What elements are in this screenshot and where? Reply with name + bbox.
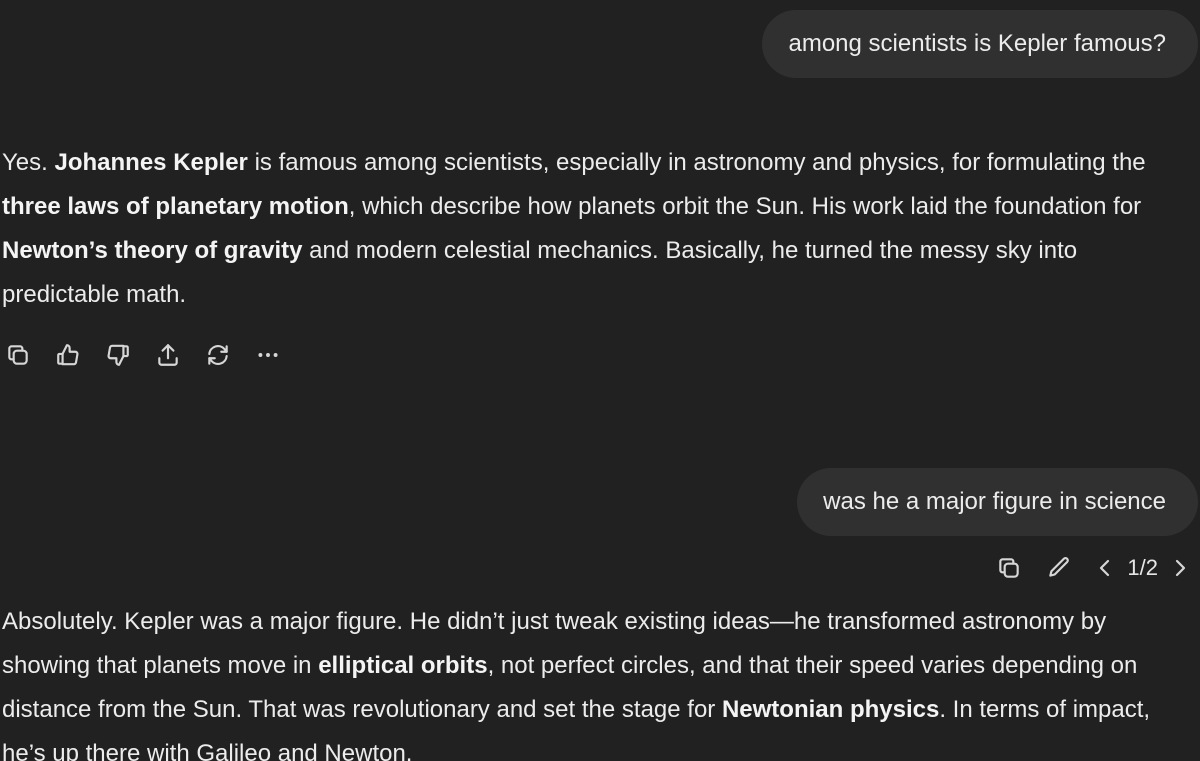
edit-icon[interactable]	[1043, 552, 1075, 584]
assistant-action-bar	[2, 339, 302, 371]
assistant-message: Absolutely. Kepler was a major figure. H…	[2, 600, 1198, 761]
thumbs-up-icon[interactable]	[52, 339, 84, 371]
text-run: is famous among scientists, especially i…	[247, 149, 1146, 176]
copy-icon[interactable]	[993, 552, 1025, 584]
bold-text: Johannes Kepler	[54, 149, 248, 176]
user-message-action-bar: 1/2	[993, 552, 1192, 584]
bold-text: Newton’s theory of gravity	[2, 237, 303, 264]
regenerate-icon[interactable]	[202, 339, 234, 371]
user-message-bubble: was he a major figure in science	[797, 468, 1198, 536]
more-icon[interactable]	[252, 339, 284, 371]
text-run: , which describe how planets orbit the S…	[348, 193, 1142, 220]
bold-text: Newtonian physics	[721, 696, 940, 723]
next-response-button[interactable]	[1168, 552, 1192, 584]
chat-page: among scientists is Kepler famous? Yes. …	[0, 0, 1200, 761]
bold-text: three laws of planetary motion	[2, 193, 349, 220]
user-message-bubble: among scientists is Kepler famous?	[762, 10, 1198, 78]
pager-count: 1/2	[1127, 555, 1158, 580]
assistant-message: Yes. Johannes Kepler is famous among sci…	[2, 141, 1198, 317]
bold-text: elliptical orbits	[318, 652, 488, 679]
text-run: Yes.	[2, 149, 55, 176]
share-icon[interactable]	[152, 339, 184, 371]
copy-icon[interactable]	[2, 339, 34, 371]
response-pager: 1/2	[1093, 552, 1192, 584]
thumbs-down-icon[interactable]	[102, 339, 134, 371]
previous-response-button[interactable]	[1093, 552, 1117, 584]
